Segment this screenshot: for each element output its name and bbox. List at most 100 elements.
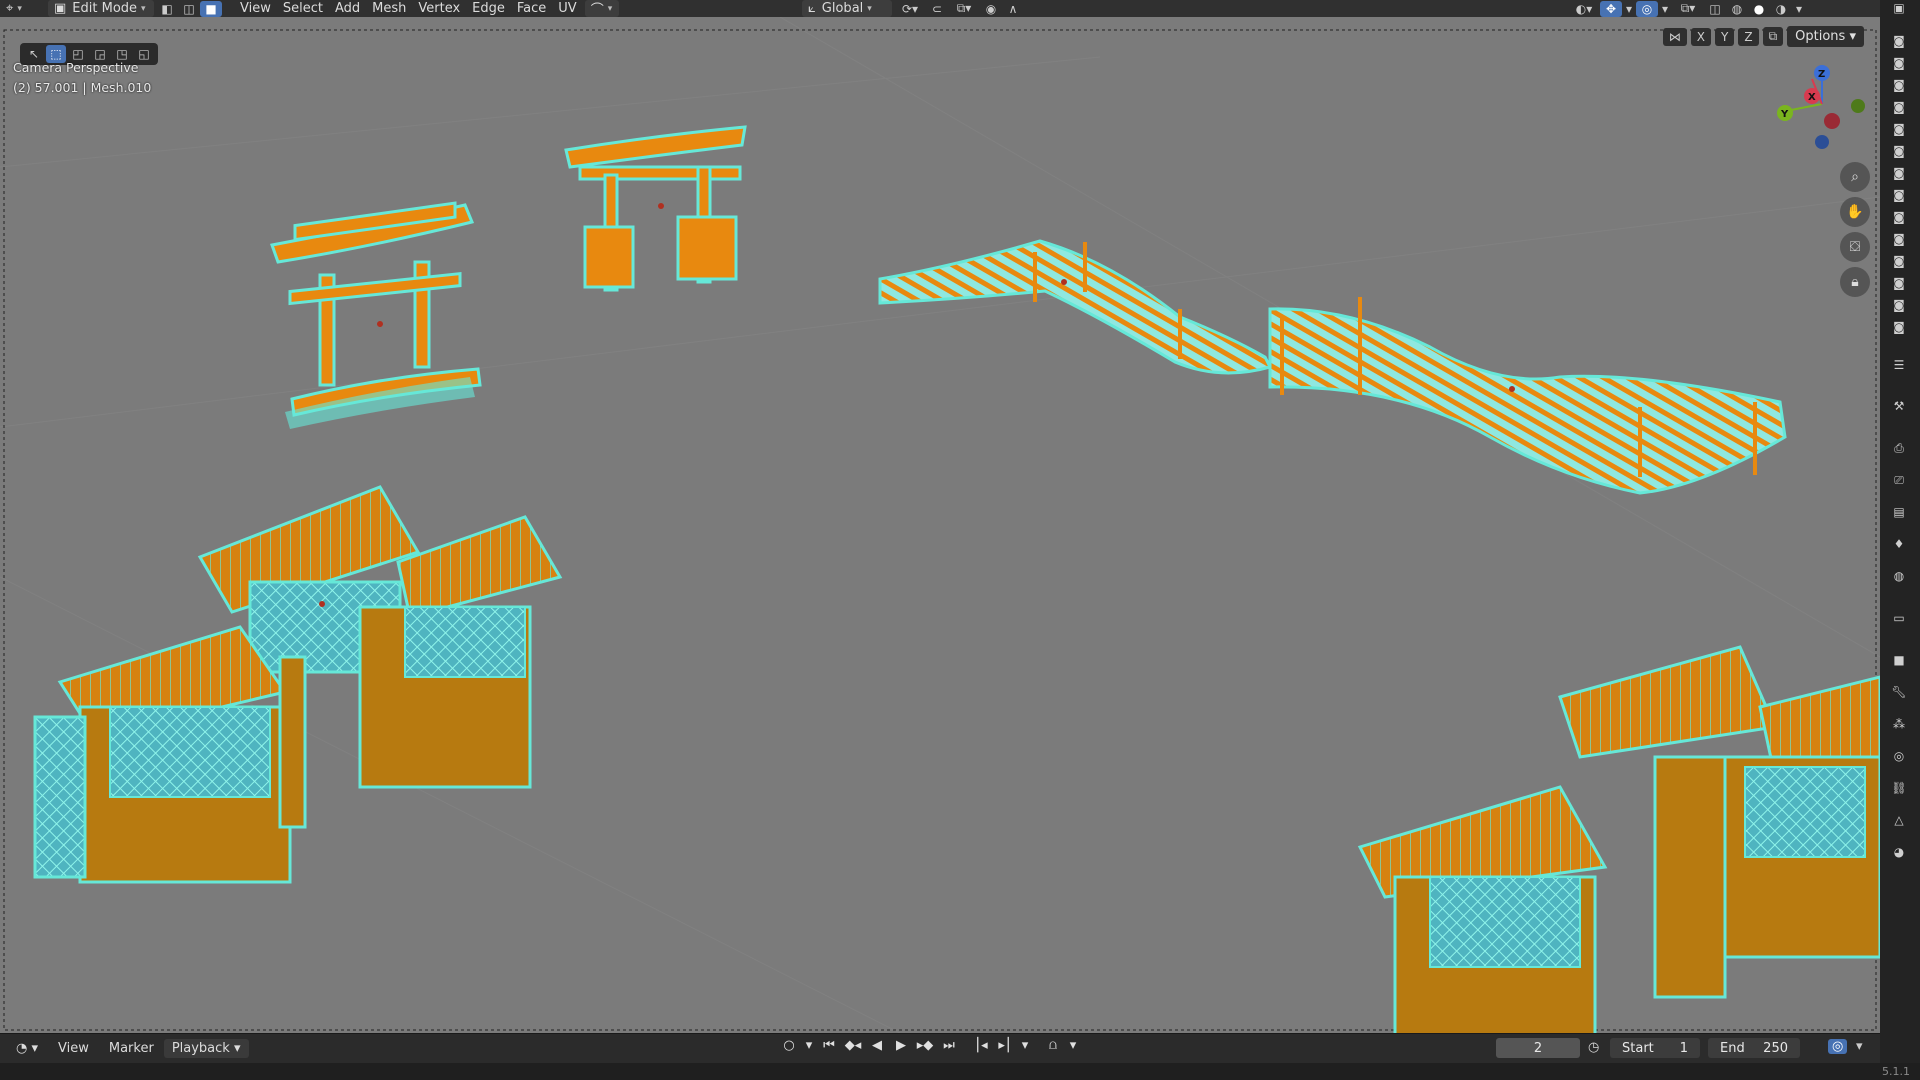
timeline-menu-marker[interactable]: Marker [99,1041,164,1056]
record-menu-icon[interactable]: ▾ [804,1038,814,1053]
camera-view-icon[interactable]: ⛋ [1840,232,1870,262]
output-properties-icon[interactable]: ⎚ [1890,472,1908,488]
camera-visibility-icon[interactable]: ◙ [1890,209,1908,225]
start-label: Start [1622,1040,1654,1056]
frame-clock-icon[interactable]: ◷ [1588,1040,1599,1055]
camera-visibility-icon[interactable]: ◙ [1890,165,1908,181]
camera-visibility-icon[interactable]: ◙ [1890,297,1908,313]
constraints-icon[interactable]: ⛓ [1890,780,1908,796]
camera-visibility-icon[interactable]: ◙ [1890,231,1908,247]
render-properties-icon[interactable]: ⎙ [1890,440,1908,456]
timeline-overlay-menu-icon[interactable]: ▾ [1856,1039,1863,1054]
timeline-overlay-icon[interactable]: ◎ [1828,1039,1848,1054]
next-keyframe-icon[interactable]: ▸◆ [916,1038,934,1053]
pan-hand-icon[interactable]: ✋ [1840,197,1870,227]
menu-add[interactable]: Add [329,0,366,17]
options-dropdown[interactable]: Options ▾ [1787,26,1864,47]
overlay-menu-icon[interactable]: ▾ [1658,1,1672,17]
keying-set-menu-icon[interactable]: ▾ [1068,1038,1078,1053]
camera-visibility-icon[interactable]: ◙ [1890,319,1908,335]
xray-toggle-icon[interactable]: ◫ [1704,1,1726,17]
solid-shading-icon[interactable]: ● [1748,1,1770,17]
prev-frame-icon[interactable]: ⎮◂ [972,1038,990,1053]
record-icon[interactable]: ○ [780,1038,798,1053]
axis-y-button[interactable]: Y [1715,27,1735,46]
scene-canvas[interactable]: Z Y X [0,17,1880,1033]
jump-end-icon[interactable]: ⏭ [940,1038,958,1053]
edge-select-icon[interactable]: ◫ [178,1,200,17]
auto-merge-icon[interactable]: ⧉ [1762,27,1784,46]
timeline-menu-view[interactable]: View [48,1041,99,1056]
scene-icon[interactable]: ▣ [1890,0,1908,16]
pivot-point-icon[interactable]: ⟳▾ [894,1,926,17]
menu-uv[interactable]: UV [552,0,582,17]
camera-visibility-icon[interactable]: ◙ [1890,187,1908,203]
playback-dropdown[interactable]: Playback ▾ [163,1039,249,1058]
menu-vertex[interactable]: Vertex [412,0,466,17]
prev-keyframe-icon[interactable]: ◆◂ [844,1038,862,1053]
axis-z-button[interactable]: Z [1738,27,1759,46]
face-select-icon[interactable]: ■ [200,0,222,17]
camera-visibility-icon[interactable]: ◙ [1890,143,1908,159]
uv-tools-dropdown[interactable]: ⌒ ▾ [584,0,619,18]
view-layer-icon[interactable]: ▤ [1890,504,1908,520]
material-properties-icon[interactable]: ◕ [1890,844,1908,860]
scene-properties-icon[interactable]: ♦ [1890,536,1908,552]
modifier-properties-icon[interactable]: 🔧︎ [1890,684,1908,700]
next-frame-icon[interactable]: ▸⎮ [996,1038,1014,1053]
3d-viewport[interactable]: Z Y X ↖ ⬚ ◰ ◲ ◳ ◱ Camera Perspective (2)… [0,17,1880,1033]
camera-visibility-icon[interactable]: ◙ [1890,121,1908,137]
visibility-icon[interactable]: ◐▾ [1568,1,1600,17]
particles-icon[interactable]: ⁂ [1890,716,1908,732]
menu-face[interactable]: Face [511,0,552,17]
axis-x-button[interactable]: X [1690,27,1711,46]
play-reverse-icon[interactable]: ◀ [868,1038,886,1053]
material-shading-icon[interactable]: ◑ [1770,1,1792,17]
keying-menu-icon[interactable]: ▾ [1020,1038,1030,1053]
editor-type-button[interactable]: ⌖ ▾ [0,0,46,17]
proportional-editing-icon[interactable]: ◉ [980,1,1002,17]
tool-tab-icon[interactable]: ⚒ [1890,398,1908,414]
current-frame-field[interactable]: 2 [1496,1038,1580,1058]
object-properties-icon[interactable]: ■ [1890,652,1908,668]
status-bar: 5.1.1 [0,1063,1920,1080]
overlay-toggle-icon[interactable]: ◎ [1636,0,1658,17]
camera-visibility-icon[interactable]: ◙ [1890,253,1908,269]
play-icon[interactable]: ▶ [892,1038,910,1053]
camera-visibility-icon[interactable]: ◙ [1890,275,1908,291]
timeline-editor-type-button[interactable]: ◔ ▾ [0,1041,48,1056]
mirror-icon[interactable]: ⋈ [1662,27,1687,46]
menu-mesh[interactable]: Mesh [366,0,412,17]
menu-view[interactable]: View [234,0,277,17]
snap-target-icon[interactable]: ⧉▾ [948,1,980,17]
world-properties-icon[interactable]: ◍ [1890,568,1908,584]
transform-orientation-dropdown[interactable]: ⟀ Global ▾ [802,0,892,17]
camera-visibility-icon[interactable]: ◙ [1890,33,1908,49]
shading-menu-icon[interactable]: ▾ [1792,1,1806,17]
lock-camera-icon[interactable]: 🔒︎ [1840,267,1870,297]
camera-visibility-icon[interactable]: ◙ [1890,55,1908,71]
end-value: 250 [1763,1040,1788,1056]
menu-edge[interactable]: Edge [466,0,511,17]
gizmo-menu-icon[interactable]: ▾ [1622,1,1636,17]
options-label: Options [1795,29,1846,44]
camera-visibility-icon[interactable]: ◙ [1890,99,1908,115]
falloff-icon[interactable]: ∧ [1002,1,1024,17]
object-data-icon[interactable]: △ [1890,812,1908,828]
physics-icon[interactable]: ◎ [1890,748,1908,764]
snap-icon[interactable]: ⊂ [926,1,948,17]
end-frame-field[interactable]: End 250 [1708,1038,1800,1058]
camera-visibility-icon[interactable]: ◙ [1890,77,1908,93]
wireframe-shading-icon[interactable]: ◍ [1726,1,1748,17]
mode-dropdown[interactable]: ▣ Edit Mode ▾ [48,0,154,17]
collection-properties-icon[interactable]: ▭ [1890,610,1908,626]
vertex-select-icon[interactable]: ◧ [156,1,178,17]
zoom-icon[interactable]: ⌕ [1840,162,1870,192]
jump-start-icon[interactable]: ⏮ [820,1038,838,1053]
menu-select[interactable]: Select [277,0,329,17]
start-frame-field[interactable]: Start 1 [1610,1038,1700,1058]
auto-keying-icon[interactable]: ⩍ [1044,1038,1062,1053]
mesh-edit-overlay-icon[interactable]: ⧉▾ [1672,1,1704,17]
gizmo-toggle-icon[interactable]: ✥ [1600,0,1622,17]
tool-settings-icon[interactable]: ☰ [1890,357,1908,373]
